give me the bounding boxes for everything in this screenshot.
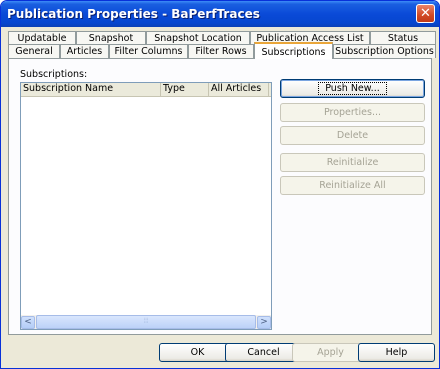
scroll-thumb[interactable]: ⦙⦙⦙	[36, 315, 256, 329]
tab-subscriptions[interactable]: Subscriptions	[254, 42, 333, 59]
delete-button[interactable]: Delete	[280, 126, 425, 145]
tab-filter-rows[interactable]: Filter Rows	[188, 44, 254, 58]
dialog-client: Updatable Snapshot Snapshot Location Pub…	[4, 27, 436, 365]
horizontal-scrollbar[interactable]: < ⦙⦙⦙ >	[21, 315, 271, 329]
list-header: Subscription Name Type All Articles	[21, 83, 271, 97]
tab-subscription-options[interactable]: Subscription Options	[333, 44, 436, 58]
window-title: Publication Properties - BaPerfTraces	[7, 7, 260, 21]
title-bar: Publication Properties - BaPerfTraces ✕	[1, 1, 439, 27]
close-icon[interactable]: ✕	[416, 4, 435, 23]
help-button[interactable]: Help	[358, 343, 435, 362]
reinitialize-all-button[interactable]: Reinitialize All	[280, 176, 425, 195]
tab-articles[interactable]: Articles	[60, 44, 109, 58]
tab-row-front: General Articles Filter Columns Filter R…	[8, 42, 436, 59]
cancel-button[interactable]: Cancel	[225, 343, 302, 362]
tab-filter-columns[interactable]: Filter Columns	[109, 44, 188, 58]
tab-status[interactable]: Status	[370, 31, 436, 45]
tab-updatable[interactable]: Updatable	[8, 31, 76, 45]
reinitialize-button[interactable]: Reinitialize	[280, 153, 425, 172]
column-header-type[interactable]: Type	[161, 83, 209, 96]
tab-panel: Subscriptions: Subscription Name Type Al…	[8, 58, 432, 335]
push-new-label: Push New...	[318, 82, 387, 95]
scroll-left-icon[interactable]: <	[21, 315, 35, 329]
tab-general[interactable]: General	[8, 44, 60, 58]
tab-snapshot-location[interactable]: Snapshot Location	[146, 31, 250, 45]
scroll-right-icon[interactable]: >	[257, 315, 271, 329]
push-new-button[interactable]: Push New...	[280, 79, 425, 98]
tab-row-back: Updatable Snapshot Snapshot Location Pub…	[8, 31, 436, 45]
properties-dialog: Publication Properties - BaPerfTraces ✕ …	[0, 0, 440, 369]
tab-snapshot[interactable]: Snapshot	[76, 31, 146, 45]
subscriptions-label: Subscriptions:	[20, 69, 88, 80]
subscriptions-list[interactable]: Subscription Name Type All Articles < ⦙⦙…	[20, 82, 272, 330]
column-header-all-articles[interactable]: All Articles	[209, 83, 269, 96]
properties-button[interactable]: Properties...	[280, 103, 425, 122]
column-header-subscription-name[interactable]: Subscription Name	[21, 83, 161, 96]
